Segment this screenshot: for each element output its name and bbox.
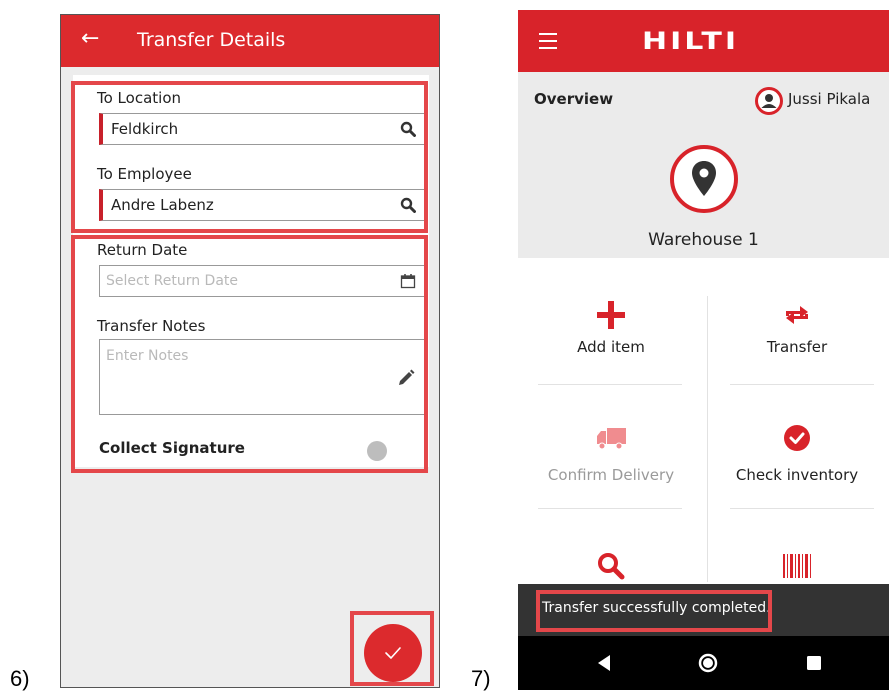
search-icon [598, 553, 625, 580]
user-name[interactable]: Jussi Pikala [788, 90, 870, 108]
transfer-label: Transfer [766, 338, 828, 356]
android-nav-bar [518, 636, 889, 690]
action-grid: Add item Transfer Confirm Delivery Check… [518, 258, 889, 586]
home-nav-icon[interactable] [697, 652, 719, 674]
location-name: Warehouse 1 [648, 230, 759, 250]
app-bar: ← Transfer Details [61, 15, 439, 67]
overview-screen: HILTI Overview Jussi Pikala Warehouse 1 [518, 10, 889, 690]
plus-icon [597, 301, 625, 329]
highlight-confirm-button [350, 611, 434, 686]
location-pin-icon[interactable] [670, 145, 738, 213]
figure-label-6: 6) [10, 666, 30, 691]
page-title: Transfer Details [137, 29, 286, 51]
check-circle-icon [784, 425, 810, 451]
check-inventory-tile[interactable]: Check inventory [704, 386, 889, 506]
barcode-icon [783, 554, 811, 578]
back-nav-icon[interactable] [596, 654, 612, 672]
add-item-label: Add item [577, 338, 645, 356]
recents-nav-icon[interactable] [806, 655, 822, 671]
grid-divider [538, 384, 682, 385]
grid-divider [730, 508, 874, 509]
grid-divider [538, 508, 682, 509]
overview-heading: Overview [534, 90, 614, 108]
hilti-logo: HILTI [642, 27, 740, 56]
figure-label-7: 7) [471, 666, 491, 691]
user-avatar-icon[interactable] [755, 87, 783, 115]
transfer-arrows-icon [786, 306, 808, 324]
transfer-details-screen: ← Transfer Details To Location Feldkirch… [60, 14, 440, 688]
back-arrow-icon[interactable]: ← [81, 27, 99, 51]
check-inventory-label: Check inventory [735, 466, 859, 484]
confirm-delivery-label: Confirm Delivery [547, 466, 675, 484]
app-bar: HILTI [518, 10, 889, 72]
confirm-delivery-tile[interactable]: Confirm Delivery [518, 386, 704, 506]
add-item-tile[interactable]: Add item [518, 258, 704, 378]
transfer-tile[interactable]: Transfer [704, 258, 889, 378]
highlight-snackbar [536, 590, 772, 632]
highlight-optional-fields [71, 235, 428, 473]
truck-icon [597, 428, 626, 450]
hamburger-menu-icon[interactable] [539, 33, 557, 49]
grid-divider [730, 384, 874, 385]
overview-header: Overview Jussi Pikala Warehouse 1 [518, 72, 889, 258]
highlight-destination-fields [71, 81, 428, 233]
